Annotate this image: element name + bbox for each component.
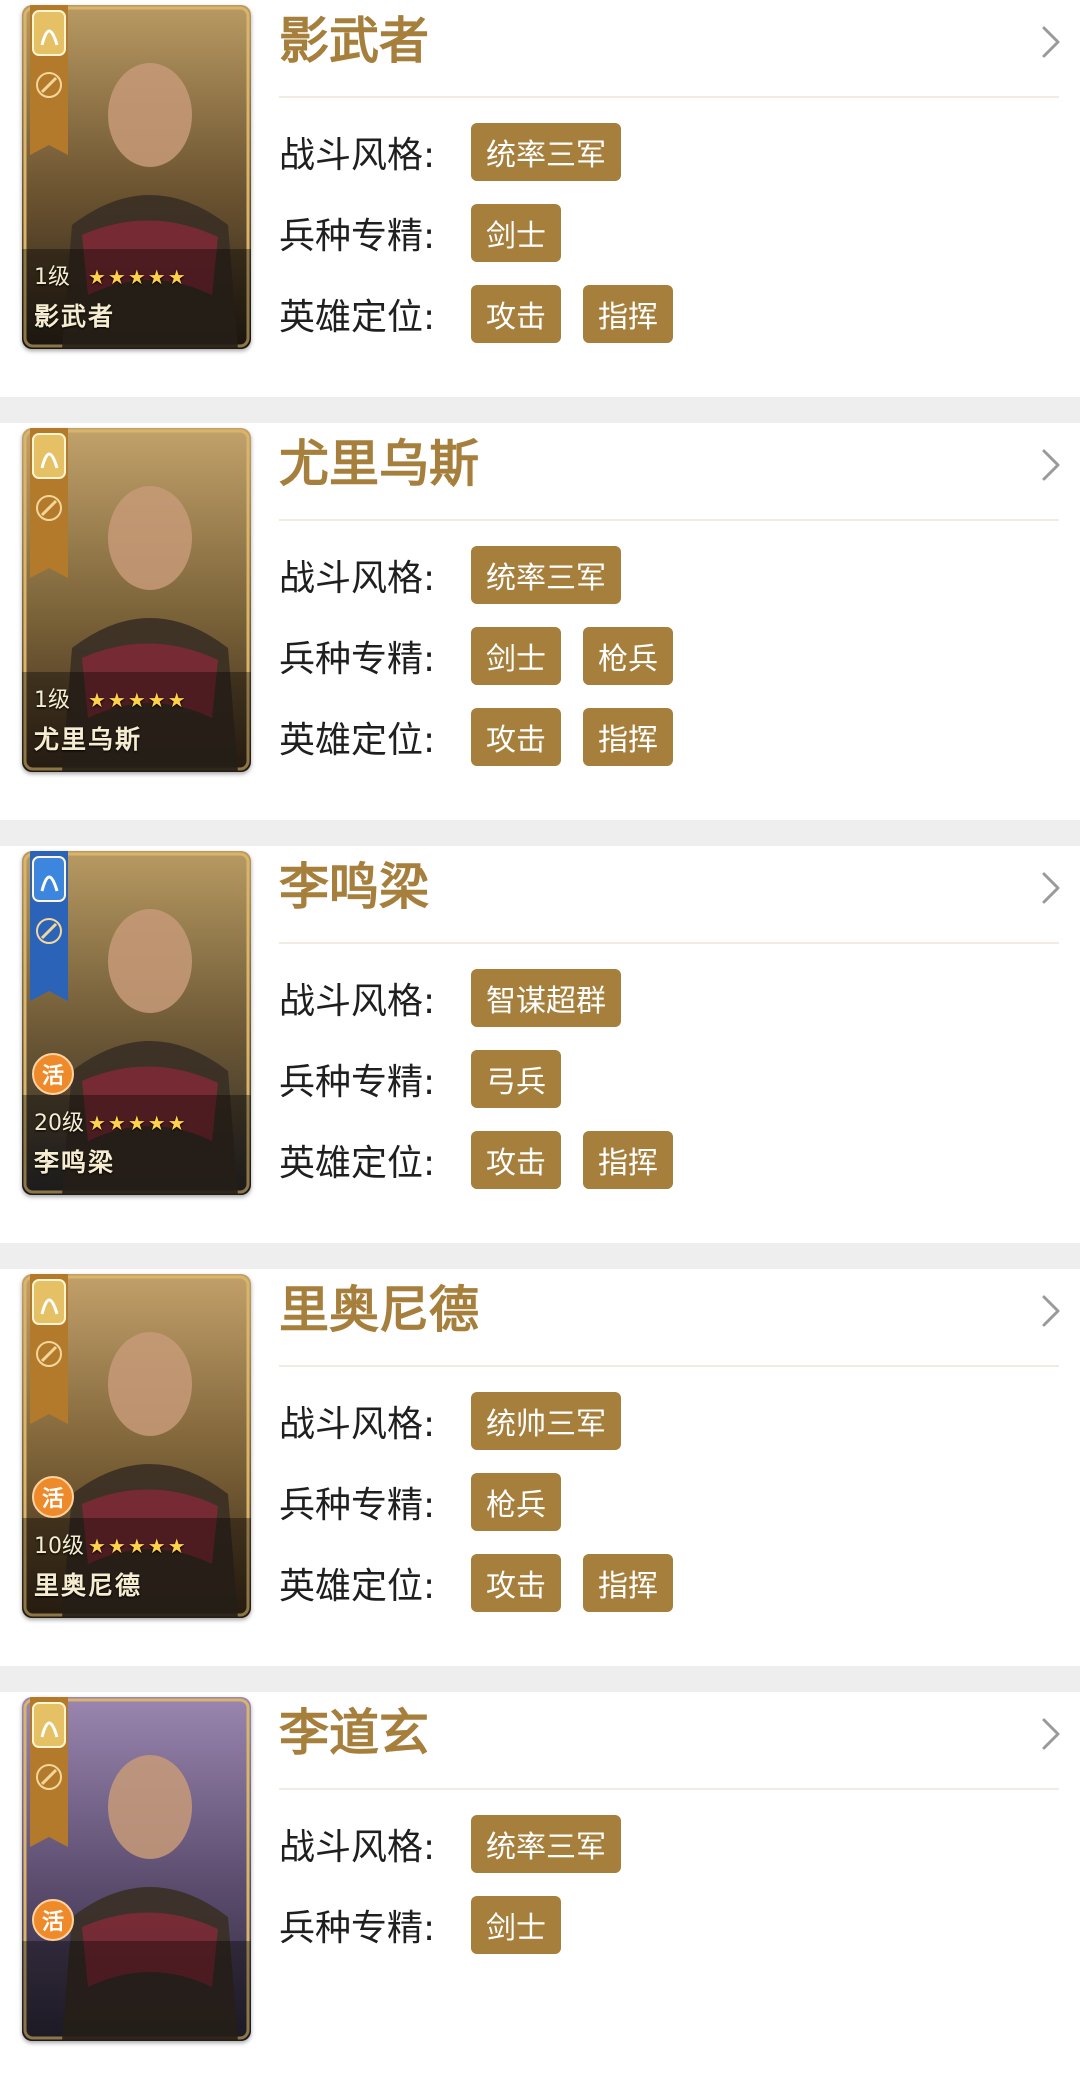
chevron-right-icon[interactable] [1040,870,1062,906]
divider [279,1365,1059,1367]
troop-specialty-row: 兵种专精: 剑士 [279,204,583,262]
gold-lion-emblem-icon [30,1274,68,1424]
star-rating: ★★★★★ [88,688,188,712]
row-label: 战斗风格: [279,1404,436,1445]
gold-lion-emblem-icon [30,1697,68,1847]
troop-specialty-row: 兵种专精: 剑士 [279,1896,583,1954]
tag-chip[interactable]: 指挥 [583,285,673,343]
chevron-right-icon[interactable] [1040,24,1062,60]
row-label: 兵种专精: [279,1908,436,1949]
tag-chip[interactable]: 统帅三军 [471,1392,621,1450]
portrait-name: 李鸣梁 [34,1148,116,1177]
row-label: 战斗风格: [279,1827,436,1868]
row-label: 兵种专精: [279,1062,436,1103]
tag-chip[interactable]: 弓兵 [471,1050,561,1108]
tag-chip[interactable]: 攻击 [471,1554,561,1612]
hero-portrait[interactable]: 1级 ★★★★★ 影武者 [22,5,251,349]
gold-lion-emblem-icon [30,428,68,578]
tag-chip[interactable]: 剑士 [471,627,561,685]
battle-style-row: 战斗风格: 统率三军 [279,123,643,181]
gold-lion-emblem-icon [30,5,68,155]
tag-chip[interactable]: 指挥 [583,1554,673,1612]
active-badge: 活 [32,1053,74,1095]
hero-level: 1级 [34,265,70,290]
blue-dragon-emblem-icon [30,851,68,1001]
hero-portrait[interactable]: 活 [22,1697,251,2041]
portrait-name: 尤里乌斯 [34,725,143,754]
hero-name[interactable]: 李鸣梁 [279,856,429,918]
battle-style-row: 战斗风格: 统率三军 [279,1815,643,1873]
divider [279,96,1059,98]
hero-role-row: 英雄定位: 攻击 指挥 [279,285,695,343]
row-label: 兵种专精: [279,1485,436,1526]
tag-chip[interactable]: 剑士 [471,204,561,262]
tag-chip[interactable]: 统率三军 [471,123,621,181]
tag-chip[interactable]: 攻击 [471,1131,561,1189]
tag-chip[interactable]: 攻击 [471,285,561,343]
star-rating: ★★★★★ [88,1534,188,1558]
row-label: 英雄定位: [279,297,436,338]
tag-chip[interactable]: 指挥 [583,708,673,766]
divider [279,519,1059,521]
hero-portrait[interactable]: 1级 ★★★★★ 尤里乌斯 [22,428,251,772]
row-label: 英雄定位: [279,1566,436,1607]
hero-name[interactable]: 里奥尼德 [279,1279,479,1341]
hero-level: 1级 [34,688,70,713]
hero-portrait[interactable]: 活 20级 ★★★★★ 李鸣梁 [22,851,251,1195]
active-badge: 活 [32,1476,74,1518]
hero-name[interactable]: 尤里乌斯 [279,433,479,495]
hero-role-row: 英雄定位: 攻击 指挥 [279,708,695,766]
row-label: 兵种专精: [279,639,436,680]
row-label: 战斗风格: [279,981,436,1022]
tag-chip[interactable]: 枪兵 [583,627,673,685]
tag-chip[interactable]: 统率三军 [471,1815,621,1873]
chevron-right-icon[interactable] [1040,1293,1062,1329]
star-rating: ★★★★★ [88,265,188,289]
hero-card[interactable]: 1级 ★★★★★ 尤里乌斯 尤里乌斯 战斗风格: 统率三军 兵种专精: 剑士 枪兵 英雄定位: 攻击… [0,423,1080,820]
row-label: 战斗风格: [279,558,436,599]
hero-name[interactable]: 影武者 [279,10,429,72]
battle-style-row: 战斗风格: 统帅三军 [279,1392,643,1450]
troop-specialty-row: 兵种专精: 弓兵 [279,1050,583,1108]
hero-portrait[interactable]: 活 10级 ★★★★★ 里奥尼德 [22,1274,251,1618]
hero-role-row: 英雄定位: 攻击 指挥 [279,1554,695,1612]
tag-chip[interactable]: 攻击 [471,708,561,766]
divider [279,1788,1059,1790]
battle-style-row: 战斗风格: 智谋超群 [279,969,643,1027]
hero-card[interactable]: 活 20级 ★★★★★ 李鸣梁 李鸣梁 战斗风格: 智谋超群 兵种专精: 弓兵 英雄定位: 攻击 指挥 [0,846,1080,1243]
troop-specialty-row: 兵种专精: 枪兵 [279,1473,583,1531]
chevron-right-icon[interactable] [1040,1716,1062,1752]
row-label: 兵种专精: [279,216,436,257]
hero-level: 20级 [34,1111,84,1136]
hero-card[interactable]: 活 李道玄战斗风格: 统率三军 兵种专精: 剑士 [0,1692,1080,2089]
hero-card[interactable]: 活 10级 ★★★★★ 里奥尼德 里奥尼德 战斗风格: 统帅三军 兵种专精: 枪兵 英雄定位: 攻击… [0,1269,1080,1666]
hero-level: 10级 [34,1534,84,1559]
tag-chip[interactable]: 智谋超群 [471,969,621,1027]
hero-card[interactable]: 1级 ★★★★★ 影武者 影武者 战斗风格: 统率三军 兵种专精: 剑士 英雄定位: 攻击 指挥 [0,0,1080,397]
tag-chip[interactable]: 枪兵 [471,1473,561,1531]
tag-chip[interactable]: 指挥 [583,1131,673,1189]
row-label: 英雄定位: [279,1143,436,1184]
battle-style-row: 战斗风格: 统率三军 [279,546,643,604]
chevron-right-icon[interactable] [1040,447,1062,483]
star-rating: ★★★★★ [88,1111,188,1135]
divider [279,942,1059,944]
hero-role-row: 英雄定位: 攻击 指挥 [279,1131,695,1189]
row-label: 战斗风格: [279,135,436,176]
active-badge: 活 [32,1899,74,1941]
row-label: 英雄定位: [279,720,436,761]
tag-chip[interactable]: 剑士 [471,1896,561,1954]
portrait-name: 影武者 [34,302,116,331]
portrait-name: 里奥尼德 [34,1571,143,1600]
troop-specialty-row: 兵种专精: 剑士 枪兵 [279,627,695,685]
hero-name[interactable]: 李道玄 [279,1702,429,1764]
tag-chip[interactable]: 统率三军 [471,546,621,604]
